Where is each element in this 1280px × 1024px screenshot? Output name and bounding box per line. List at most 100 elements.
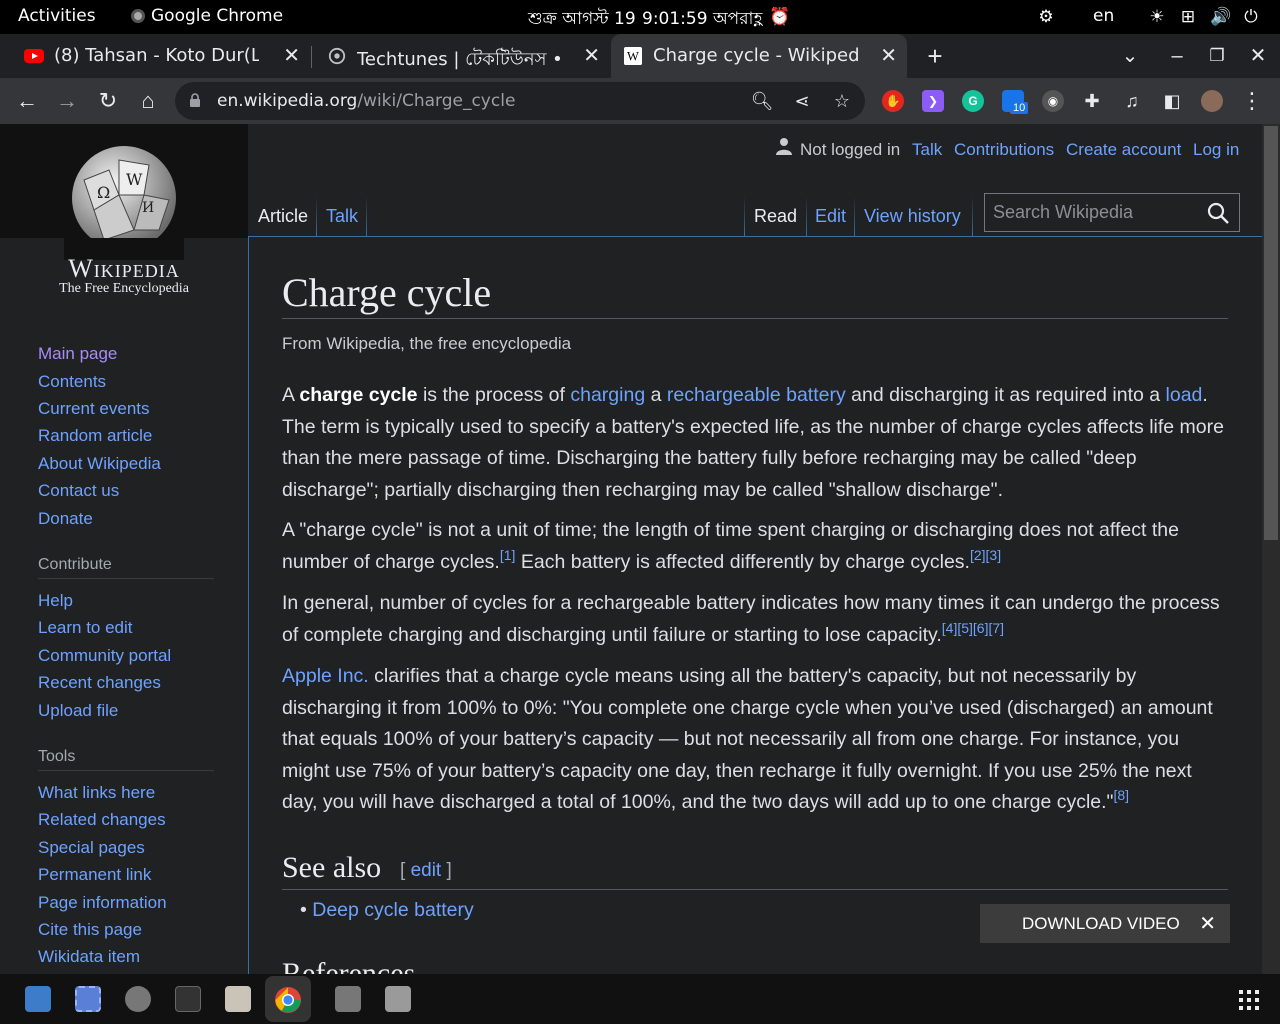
tool-page-information[interactable]: Page information [38, 893, 167, 913]
power-icon[interactable]: ⏻ [1241, 7, 1261, 27]
tab-talk[interactable]: Talk [326, 206, 358, 227]
link-load[interactable]: load [1166, 384, 1203, 406]
nav-donate[interactable]: Donate [38, 509, 93, 529]
create-account-link[interactable]: Create account [1066, 140, 1181, 160]
screenshot-app-icon[interactable] [25, 986, 51, 1012]
zoom-icon[interactable]: 🔍︎ [750, 89, 774, 113]
new-tab-icon[interactable]: + [921, 42, 949, 70]
back-icon[interactable]: ← [12, 86, 42, 116]
trash-icon[interactable] [385, 986, 411, 1012]
citation-link[interactable]: [2][3] [970, 547, 1001, 563]
tab-youtube[interactable]: (8) Tahsan - Koto Dur(Lyric ✕ [12, 34, 310, 78]
minimize-icon[interactable]: – [1163, 42, 1191, 70]
activities-button[interactable]: Activities [18, 6, 96, 26]
tool-cite-this-page[interactable]: Cite this page [38, 920, 142, 940]
extension-icon[interactable]: ❯ [922, 90, 944, 112]
download-video-button[interactable]: DOWNLOAD VIDEO [1022, 914, 1180, 934]
grammarly-icon[interactable]: G [962, 90, 984, 112]
wikipedia-wordmark[interactable]: Wikipedia [0, 254, 248, 284]
nav-community-portal[interactable]: Community portal [38, 646, 171, 666]
volume-icon[interactable]: 🔊 [1210, 7, 1231, 27]
nav-random-article[interactable]: Random article [38, 426, 152, 446]
system-settings-icon[interactable]: ⚙ [1036, 7, 1056, 27]
personal-talk-link[interactable]: Talk [912, 140, 942, 160]
home-icon[interactable]: ⌂ [133, 86, 163, 116]
scrollbar-thumb[interactable] [1264, 126, 1278, 540]
nav-help[interactable]: Help [38, 591, 73, 611]
search-input[interactable]: Search Wikipedia [984, 193, 1240, 232]
nav-recent-changes[interactable]: Recent changes [38, 673, 161, 693]
profile-avatar[interactable] [1201, 90, 1223, 112]
files-icon[interactable] [225, 986, 251, 1012]
chrome-dock-icon[interactable] [274, 986, 302, 1014]
app-menu[interactable]: Google Chrome [131, 6, 283, 26]
citation-link[interactable]: [1] [500, 547, 516, 563]
tab-search-icon[interactable]: ⌄ [1116, 42, 1144, 70]
extensions-puzzle-icon[interactable]: ✚ [1077, 86, 1107, 116]
download-video-overlay[interactable]: DOWNLOAD VIDEO ✕ [980, 904, 1230, 943]
settings-app-icon[interactable] [125, 986, 151, 1012]
brightness-icon[interactable]: ☀ [1147, 7, 1167, 27]
close-tab-icon[interactable]: ✕ [583, 43, 600, 67]
tab-separator [311, 46, 312, 68]
side-panel-icon[interactable]: ◧ [1157, 86, 1187, 116]
menu-icon[interactable]: ⋮ [1237, 86, 1267, 116]
nav-contents[interactable]: Contents [38, 372, 106, 392]
link-apple-inc[interactable]: Apple Inc. [282, 665, 369, 687]
nav-main-page[interactable]: Main page [38, 344, 117, 364]
nav-about-wikipedia[interactable]: About Wikipedia [38, 454, 161, 474]
tool-special-pages[interactable]: Special pages [38, 838, 145, 858]
tab-edit[interactable]: Edit [815, 206, 846, 227]
tool-what-links-here[interactable]: What links here [38, 783, 155, 803]
citation-link[interactable]: [4][5][6][7] [942, 620, 1004, 636]
nav-learn-to-edit[interactable]: Learn to edit [38, 618, 133, 638]
lock-icon[interactable] [189, 93, 201, 107]
drive-icon[interactable] [335, 986, 361, 1012]
forward-icon[interactable]: → [52, 86, 82, 116]
close-window-icon[interactable]: ✕ [1244, 42, 1272, 70]
user-icon [776, 138, 792, 155]
tool-wikidata-item[interactable]: Wikidata item [38, 947, 140, 967]
citation-link[interactable]: [8] [1113, 787, 1129, 803]
close-overlay-icon[interactable]: ✕ [1199, 911, 1216, 936]
tab-divider [806, 196, 807, 236]
show-apps-icon[interactable] [1239, 990, 1259, 1010]
tool-permanent-link[interactable]: Permanent link [38, 865, 151, 885]
clock-time[interactable]: 9:01:59 অপরাহ্ণ [642, 6, 762, 34]
tab-article[interactable]: Article [258, 206, 308, 227]
search-icon[interactable] [1207, 202, 1229, 224]
nav-upload-file[interactable]: Upload file [38, 701, 118, 721]
nav-contact-us[interactable]: Contact us [38, 481, 119, 501]
close-tab-icon[interactable]: ✕ [283, 43, 300, 67]
tab-wikipedia[interactable]: W Charge cycle - Wikipedia ✕ [611, 34, 907, 78]
link-deep-cycle-battery[interactable]: Deep cycle battery [312, 899, 474, 921]
bookmark-star-icon[interactable]: ☆ [830, 89, 854, 113]
tab-techtunes[interactable]: Techtunes | টেকটিউনস • Edi ✕ [315, 34, 610, 78]
tool-related-changes[interactable]: Related changes [38, 810, 166, 830]
url-text: en.wikipedia.org/wiki/Charge_cycle [217, 91, 516, 111]
wikipedia-globe-logo[interactable]: Ω W И [64, 140, 184, 260]
network-icon[interactable]: ⊞ [1178, 7, 1198, 27]
reload-icon[interactable]: ↻ [93, 86, 123, 116]
address-bar[interactable]: en.wikipedia.org/wiki/Charge_cycle 🔍︎ ⋖ … [175, 82, 865, 120]
contributions-link[interactable]: Contributions [954, 140, 1054, 160]
adblock-extension-icon[interactable]: ✋ [882, 90, 904, 112]
page-scrollbar[interactable] [1262, 124, 1280, 974]
terminal-icon[interactable] [175, 986, 201, 1012]
log-in-link[interactable]: Log in [1193, 140, 1239, 160]
media-control-icon[interactable]: ♫ [1117, 86, 1147, 116]
keyboard-layout[interactable]: en [1093, 6, 1114, 26]
screen-capture-icon[interactable] [75, 986, 101, 1012]
tab-read[interactable]: Read [754, 206, 797, 227]
maximize-icon[interactable]: ❐ [1203, 42, 1231, 70]
tab-view-history[interactable]: View history [864, 206, 961, 227]
incognito-extension-icon[interactable]: ◉ [1042, 90, 1064, 112]
nav-current-events[interactable]: Current events [38, 399, 150, 419]
list-item: • Deep cycle battery [300, 899, 474, 921]
close-tab-icon[interactable]: ✕ [880, 43, 897, 67]
edit-section-link[interactable]: edit [411, 860, 442, 881]
share-icon[interactable]: ⋖ [790, 89, 814, 113]
clock-date[interactable]: শুক্র আগস্ট 19 [528, 6, 636, 34]
link-charging[interactable]: charging [570, 384, 645, 406]
link-rechargeable-battery[interactable]: rechargeable battery [667, 384, 846, 406]
